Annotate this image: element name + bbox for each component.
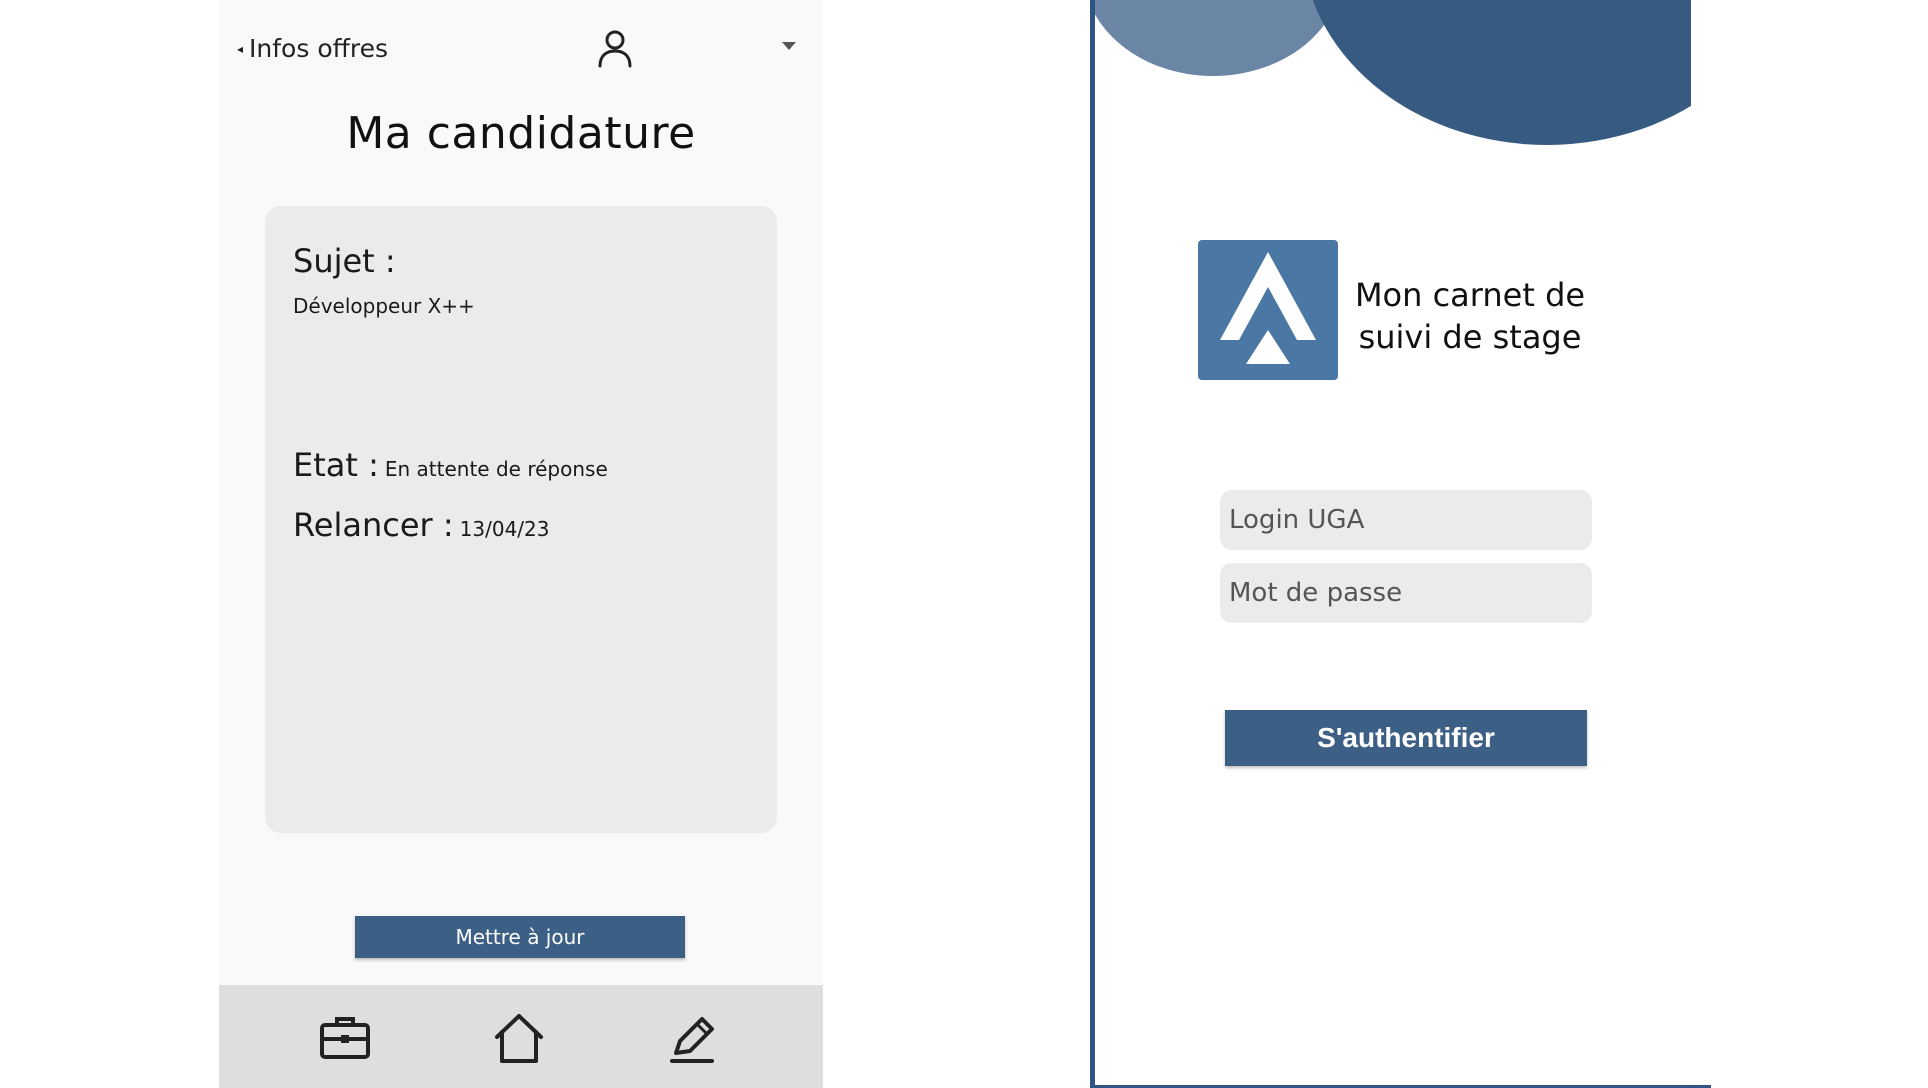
subject-value: Développeur X++: [293, 294, 475, 318]
application-card: Sujet : Développeur X++ Etat : En attent…: [265, 206, 777, 833]
top-bar: ◂ Infos offres: [219, 0, 823, 96]
subject-label: Sujet :: [293, 242, 396, 280]
app-logo-icon: [1198, 240, 1338, 380]
brand-line-1: Mon carnet de: [1354, 276, 1586, 314]
user-icon[interactable]: [595, 28, 635, 70]
application-screen: ◂ Infos offres Ma candidature Sujet : Dé…: [219, 0, 823, 1088]
app-brand-name: Mon carnet de suivi de stage: [1350, 274, 1590, 358]
briefcase-icon[interactable]: [318, 1011, 372, 1065]
page-title: Ma candidature: [346, 108, 696, 159]
brand-line-2: suivi de stage: [1358, 318, 1582, 356]
update-button[interactable]: Mettre à jour: [355, 916, 685, 958]
caret-left-icon: ◂: [237, 41, 244, 56]
followup-date: 13/04/23: [459, 517, 550, 541]
state-value: En attente de réponse: [384, 457, 608, 481]
login-screen: Mon carnet de suivi de stage S'authentif…: [1090, 0, 1711, 1088]
pencil-icon[interactable]: [666, 1011, 720, 1065]
login-field[interactable]: [1220, 490, 1592, 550]
chevron-down-icon[interactable]: [782, 42, 796, 50]
bottom-nav: [219, 985, 823, 1088]
followup-row: Relancer : 13/04/23: [293, 506, 549, 544]
header-decoration: [1095, 0, 1711, 150]
back-link-label: Infos offres: [249, 34, 388, 63]
followup-label: Relancer :: [293, 506, 454, 544]
authenticate-button[interactable]: S'authentifier: [1225, 710, 1587, 766]
home-icon[interactable]: [492, 1011, 546, 1065]
back-link[interactable]: ◂ Infos offres: [237, 34, 388, 63]
password-field[interactable]: [1220, 563, 1592, 623]
state-row: Etat : En attente de réponse: [293, 446, 608, 484]
state-label: Etat :: [293, 446, 379, 484]
